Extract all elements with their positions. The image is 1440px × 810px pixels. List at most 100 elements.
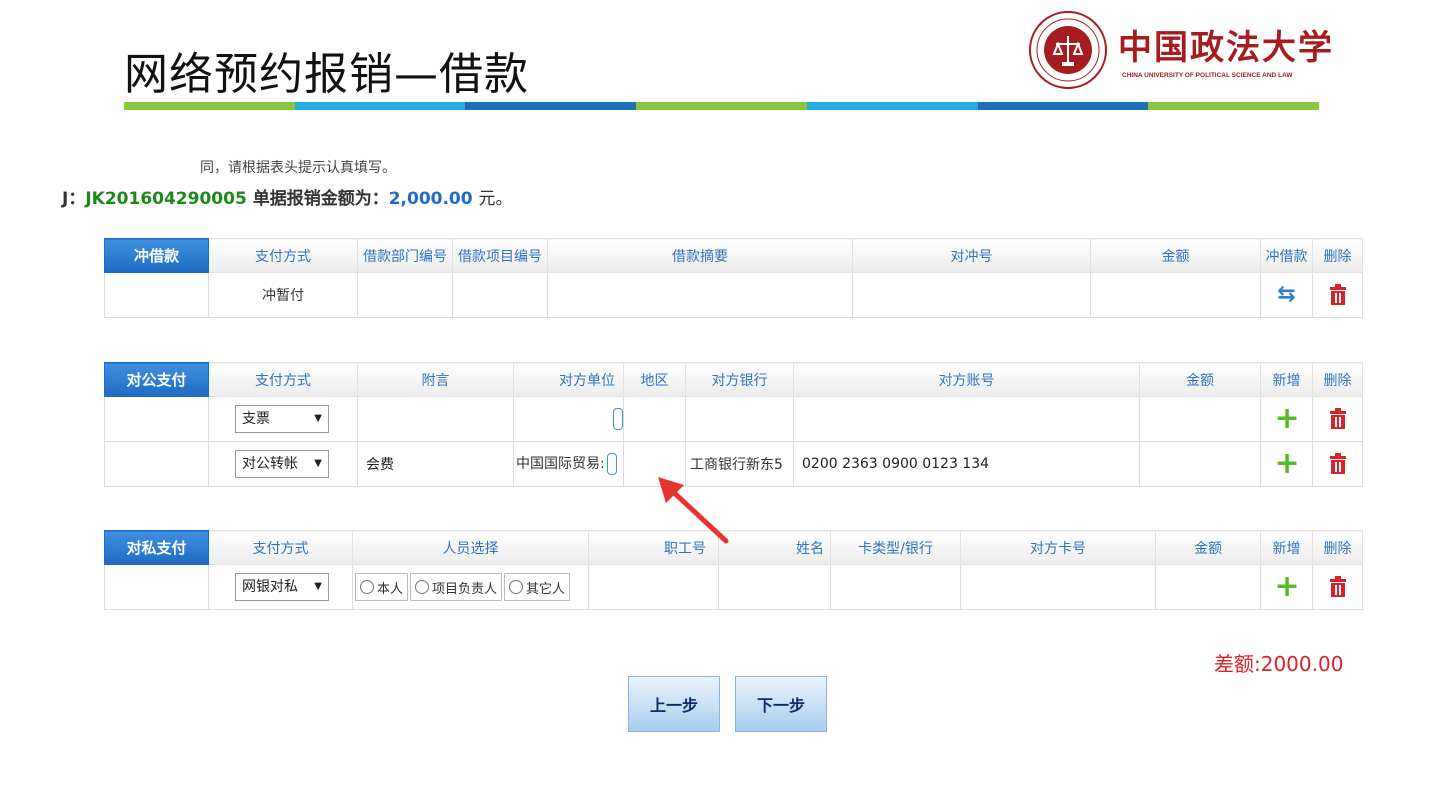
slide-title: 网络预约报销—借款 xyxy=(124,49,529,100)
radio-project-leader[interactable]: 项目负责人 xyxy=(410,573,503,601)
amount-label: 单据报销金额为： xyxy=(252,189,389,209)
trash-icon[interactable] xyxy=(1326,283,1350,307)
plus-icon[interactable]: + xyxy=(1275,572,1300,602)
plus-icon[interactable]: + xyxy=(1275,404,1300,434)
swap-arrows-icon[interactable]: ⇆ xyxy=(1275,283,1299,307)
pay-method-cell: 支票 ▼ xyxy=(208,396,358,442)
project-number-cell[interactable] xyxy=(452,272,548,318)
bank-cell[interactable] xyxy=(685,396,794,442)
bar-segment xyxy=(1148,102,1320,110)
radio-circle-icon xyxy=(415,580,430,594)
loan-offset-table: 冲借款 支付方式 借款部门编号 借款项目编号 借款摘要 对冲号 金额 冲借款 删… xyxy=(104,238,1363,318)
amount-cell[interactable] xyxy=(1090,272,1261,318)
pay-method-select[interactable]: 网银对私 ▼ xyxy=(235,573,329,601)
trash-icon[interactable] xyxy=(1326,452,1350,476)
prev-step-button[interactable]: 上一步 xyxy=(628,676,720,732)
column-header: 借款部门编号 xyxy=(357,238,453,273)
amount-cell[interactable] xyxy=(1139,396,1261,442)
pay-method-cell: 冲暂付 xyxy=(208,272,358,318)
column-header: 新增 xyxy=(1260,362,1313,397)
name-cell[interactable] xyxy=(718,564,831,610)
table-row: 支票 ▼ + xyxy=(104,396,1363,442)
trash-icon[interactable] xyxy=(1326,575,1350,599)
bar-segment xyxy=(294,102,466,110)
payee-value: 中国国际贸易: xyxy=(516,456,605,472)
next-step-button[interactable]: 下一步 xyxy=(735,676,827,732)
empty-cell xyxy=(104,564,209,610)
pay-method-cell: 对公转帐 ▼ xyxy=(208,441,358,487)
empty-cell xyxy=(104,441,209,487)
radio-self[interactable]: 本人 xyxy=(355,573,409,601)
payee-cell[interactable] xyxy=(513,396,624,442)
column-header: 新增 xyxy=(1260,530,1313,565)
card-number-cell[interactable] xyxy=(960,564,1156,610)
column-header: 对方银行 xyxy=(685,362,794,397)
offset-number-cell[interactable] xyxy=(852,272,1091,318)
pay-method-select[interactable]: 支票 ▼ xyxy=(235,405,329,433)
payee-cell[interactable]: 中国国际贸易: xyxy=(513,441,624,487)
university-subtitle: CHINA UNIVERSITY OF POLITICAL SCIENCE AN… xyxy=(1122,72,1293,79)
column-header: 姓名 xyxy=(718,530,831,565)
title-underline xyxy=(124,102,1320,110)
pay-method-cell: 网银对私 ▼ xyxy=(208,564,353,610)
region-cell[interactable] xyxy=(623,396,686,442)
account-cell[interactable] xyxy=(793,396,1140,442)
column-header: 金额 xyxy=(1155,530,1261,565)
section-label: 对公支付 xyxy=(104,362,209,397)
lookup-icon[interactable] xyxy=(613,408,623,430)
column-header: 删除 xyxy=(1312,530,1363,565)
delete-cell xyxy=(1312,441,1363,487)
column-header: 对方单位 xyxy=(513,362,624,397)
annotation-arrow-icon xyxy=(658,477,729,544)
amount-cell[interactable] xyxy=(1155,564,1261,610)
memo-cell[interactable]: 会费 xyxy=(357,441,514,487)
university-name: 中国政法大学 xyxy=(1118,28,1334,68)
caret-down-icon: ▼ xyxy=(314,413,322,424)
trash-icon[interactable] xyxy=(1326,407,1350,431)
column-header: 人员选择 xyxy=(352,530,589,565)
column-header: 借款摘要 xyxy=(547,238,853,273)
amount-cell[interactable] xyxy=(1139,441,1261,487)
person-select-cell: 本人 项目负责人 其它人 xyxy=(352,564,589,610)
loan-summary-cell[interactable] xyxy=(547,272,853,318)
caret-down-icon: ▼ xyxy=(314,581,322,592)
radio-circle-icon xyxy=(360,580,374,594)
lookup-icon[interactable] xyxy=(606,453,617,475)
delete-cell xyxy=(1312,272,1363,318)
person-radio-group: 本人 项目负责人 其它人 xyxy=(355,572,588,602)
bar-segment xyxy=(124,102,295,110)
radio-other[interactable]: 其它人 xyxy=(504,573,571,601)
memo-cell[interactable] xyxy=(357,396,514,442)
add-cell: + xyxy=(1260,564,1313,610)
column-header: 附言 xyxy=(357,362,514,397)
difference-amount: 差额:2000.00 xyxy=(1214,652,1344,676)
column-header: 对方卡号 xyxy=(960,530,1156,565)
private-payment-table: 对私支付 支付方式 人员选择 职工号 姓名 卡类型/银行 对方卡号 金额 新增 … xyxy=(104,530,1363,610)
select-value: 支票 xyxy=(242,411,270,427)
amount-value: 2,000.00 xyxy=(388,189,473,209)
column-header: 对方账号 xyxy=(793,362,1140,397)
employee-id-cell[interactable] xyxy=(588,564,719,610)
radio-label: 本人 xyxy=(377,581,404,597)
table-row: 冲暂付 ⇆ xyxy=(104,272,1363,318)
university-emblem-icon xyxy=(1029,11,1107,89)
column-header: 支付方式 xyxy=(208,362,358,397)
dept-number-cell[interactable] xyxy=(357,272,453,318)
delete-cell xyxy=(1312,396,1363,442)
plus-icon[interactable]: + xyxy=(1275,449,1300,479)
column-header: 支付方式 xyxy=(208,530,353,565)
bar-segment xyxy=(465,102,637,110)
delete-cell xyxy=(1312,564,1363,610)
table-header: 对私支付 支付方式 人员选择 职工号 姓名 卡类型/银行 对方卡号 金额 新增 … xyxy=(104,530,1363,565)
amount-unit: 元。 xyxy=(478,189,513,209)
card-type-cell[interactable] xyxy=(830,564,961,610)
column-header: 卡类型/银行 xyxy=(830,530,961,565)
add-cell: + xyxy=(1260,396,1313,442)
doc-number: JK201604290005 xyxy=(85,189,247,209)
offset-action-cell: ⇆ xyxy=(1260,272,1313,318)
empty-cell xyxy=(104,396,209,442)
pay-method-select[interactable]: 对公转帐 ▼ xyxy=(235,450,329,478)
table-row: 网银对私 ▼ 本人 项目负责人 其它人 + xyxy=(104,564,1363,610)
account-cell[interactable]: 0200 2363 0900 0123 134 xyxy=(793,441,1140,487)
university-logo: 中国政法大学 CHINA UNIVERSITY OF POLITICAL SCI… xyxy=(1028,10,1332,100)
